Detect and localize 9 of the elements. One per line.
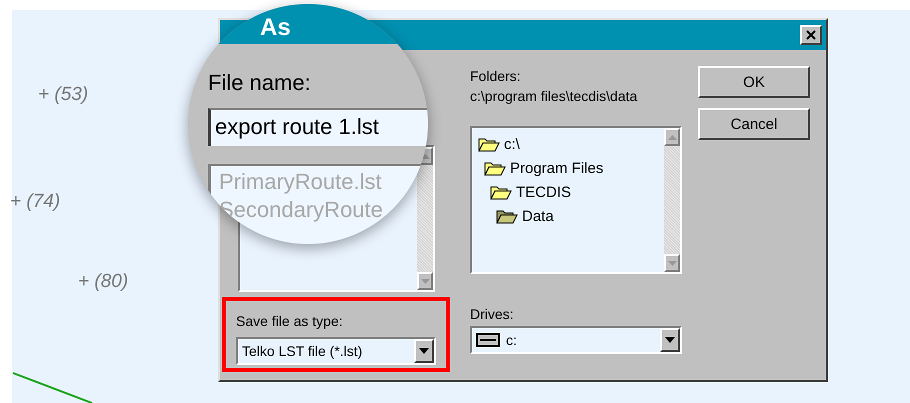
map-label: + (80): [78, 271, 128, 293]
file-name-label: File name:: [208, 70, 311, 96]
folder-path: c:\program files\tecdis\data: [470, 87, 638, 106]
map-label: + (53): [38, 84, 88, 106]
save-type-label: Save file as type:: [236, 312, 344, 331]
window-title: As: [260, 13, 291, 43]
folders-label: Folders:: [470, 67, 522, 86]
map-label: + (74): [10, 191, 60, 213]
drives-label: Drives:: [470, 305, 515, 324]
